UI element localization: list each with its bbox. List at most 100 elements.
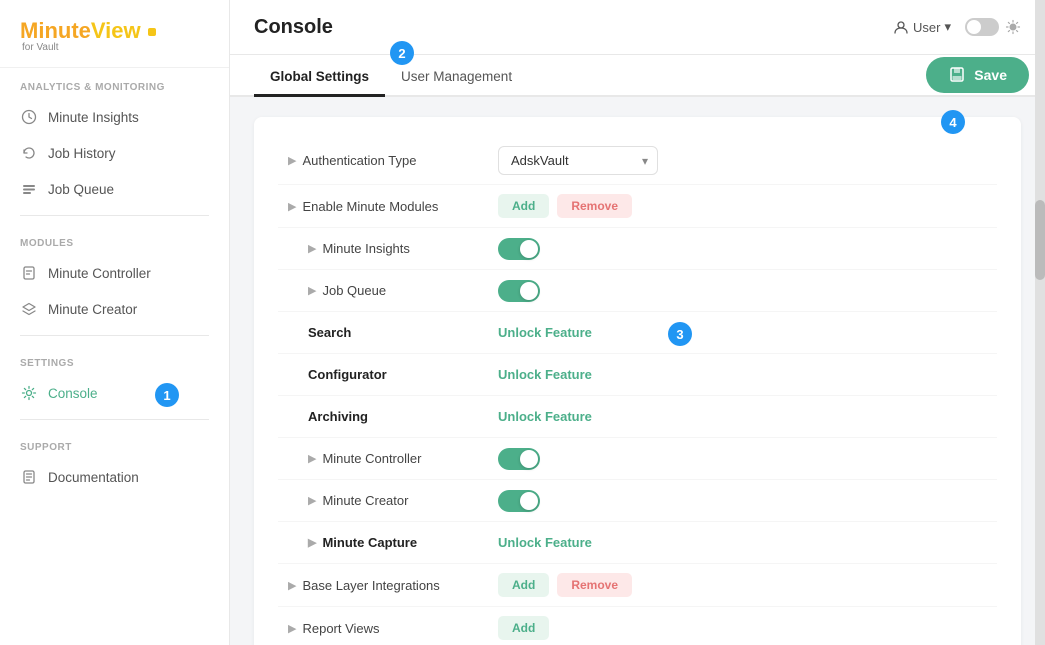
tabs-bar: Global Settings User Management 2 Save 4: [230, 55, 1045, 97]
search-label: Search: [278, 325, 498, 340]
expand-mc-icon[interactable]: ▶: [308, 452, 316, 465]
auth-type-label: ▶ Authentication Type: [278, 153, 498, 168]
save-icon: [948, 66, 966, 84]
report-views-label: ▶ Report Views: [278, 621, 498, 636]
sidebar-item-label: Minute Insights: [48, 110, 139, 125]
expand-rv-icon[interactable]: ▶: [288, 622, 296, 635]
theme-toggle[interactable]: [965, 18, 999, 36]
sidebar-item-label: Documentation: [48, 470, 139, 485]
sidebar-item-job-history[interactable]: Job History: [0, 135, 229, 171]
clock-icon: [20, 108, 38, 126]
page-title: Console: [254, 16, 333, 39]
tab-user-management[interactable]: User Management: [385, 59, 528, 97]
sidebar-item-job-queue[interactable]: Job Queue: [0, 171, 229, 207]
archiving-unlock-area: Unlock Feature: [498, 409, 592, 424]
header: Console User ▾: [230, 0, 1045, 55]
search-unlock-link[interactable]: Unlock Feature: [498, 325, 592, 340]
archiving-label: Archiving: [278, 409, 498, 424]
sidebar-item-label: Job History: [48, 146, 116, 161]
base-layer-row: ▶ Base Layer Integrations Add Remove: [278, 564, 997, 607]
save-label: Save: [974, 67, 1007, 83]
minute-creator-row-label: ▶ Minute Creator: [278, 493, 498, 508]
remove-modules-button[interactable]: Remove: [557, 194, 632, 218]
sidebar-item-documentation[interactable]: Documentation: [0, 459, 229, 495]
divider-3: [20, 419, 209, 420]
save-button[interactable]: Save: [926, 57, 1029, 93]
search-unlock-area: Unlock Feature: [498, 325, 592, 340]
archiving-row: Archiving Unlock Feature: [278, 396, 997, 438]
logo-area: MinuteView for Vault: [0, 0, 229, 68]
history-icon: [20, 144, 38, 162]
minute-insights-toggle-area: [498, 238, 540, 260]
configurator-unlock-area: Unlock Feature: [498, 367, 592, 382]
logo-minute: Minute: [20, 18, 91, 43]
scrollbar-thumb[interactable]: [1035, 200, 1045, 280]
doc-icon: [20, 468, 38, 486]
expand-mcr-icon[interactable]: ▶: [308, 494, 316, 507]
user-label-text: User: [913, 20, 940, 35]
user-chevron: ▾: [944, 19, 951, 35]
gear-icon: [20, 384, 38, 402]
add-modules-button[interactable]: Add: [498, 194, 549, 218]
minute-capture-unlock-link[interactable]: Unlock Feature: [498, 535, 592, 550]
queue-icon: [20, 180, 38, 198]
minute-controller-row-label: ▶ Minute Controller: [278, 451, 498, 466]
minute-controller-row: ▶ Minute Controller: [278, 438, 997, 480]
minute-capture-row: ▶ Minute Capture Unlock Feature: [278, 522, 997, 564]
enable-modules-label: ▶ Enable Minute Modules: [278, 199, 498, 214]
configurator-label: Configurator: [278, 367, 498, 382]
remove-base-layer-button[interactable]: Remove: [557, 573, 632, 597]
minute-insights-row: ▶ Minute Insights: [278, 228, 997, 270]
callout-badge-1: 1: [155, 383, 179, 407]
expand-mcp-icon[interactable]: ▶: [308, 536, 316, 549]
auth-type-select[interactable]: AdskVault: [498, 146, 658, 175]
expand-auth-icon[interactable]: ▶: [288, 154, 296, 167]
job-queue-toggle-area: [498, 280, 540, 302]
settings-section-label: SETTINGS: [0, 344, 229, 375]
configurator-unlock-link[interactable]: Unlock Feature: [498, 367, 592, 382]
add-report-views-button[interactable]: Add: [498, 616, 549, 640]
job-queue-row-label: ▶ Job Queue: [278, 283, 498, 298]
main-content: Console User ▾ Global Settings User Mana…: [230, 0, 1045, 645]
sidebar-item-minute-controller[interactable]: Minute Controller: [0, 255, 229, 291]
divider-2: [20, 335, 209, 336]
expand-insights-icon[interactable]: ▶: [308, 242, 316, 255]
archiving-unlock-link[interactable]: Unlock Feature: [498, 409, 592, 424]
sidebar-item-label: Minute Creator: [48, 302, 137, 317]
sun-icon: [1005, 19, 1021, 35]
minute-controller-toggle-area: [498, 448, 540, 470]
expand-modules-icon[interactable]: ▶: [288, 200, 296, 213]
scrollbar-track: [1035, 0, 1045, 645]
sidebar-item-label: Minute Controller: [48, 266, 151, 281]
auth-type-control: AdskVault: [498, 146, 658, 175]
settings-content: ▶ Authentication Type AdskVault ▶ Enable…: [230, 97, 1045, 645]
sidebar-item-label: Job Queue: [48, 182, 114, 197]
enable-modules-row: ▶ Enable Minute Modules Add Remove: [278, 185, 997, 228]
expand-bl-icon[interactable]: ▶: [288, 579, 296, 592]
sidebar-item-minute-insights[interactable]: Minute Insights: [0, 99, 229, 135]
support-section-label: SUPPORT: [0, 428, 229, 459]
sidebar-item-console[interactable]: Console 1: [0, 375, 229, 411]
sidebar: MinuteView for Vault ANALYTICS & MONITOR…: [0, 0, 230, 645]
sidebar-item-label: Console: [48, 386, 98, 401]
add-base-layer-button[interactable]: Add: [498, 573, 549, 597]
sidebar-item-minute-creator[interactable]: Minute Creator: [0, 291, 229, 327]
minute-controller-toggle[interactable]: [498, 448, 540, 470]
logo: MinuteView: [20, 18, 209, 44]
job-queue-toggle[interactable]: [498, 280, 540, 302]
auth-type-select-wrapper: AdskVault: [498, 146, 658, 175]
theme-toggle-area: [965, 18, 1021, 36]
user-menu[interactable]: User ▾: [893, 19, 951, 35]
minute-insights-toggle[interactable]: [498, 238, 540, 260]
tab-global-settings[interactable]: Global Settings: [254, 59, 385, 97]
analytics-section-label: ANALYTICS & MONITORING: [0, 68, 229, 99]
minute-creator-toggle-area: [498, 490, 540, 512]
job-queue-row: ▶ Job Queue: [278, 270, 997, 312]
header-right: User ▾: [893, 18, 1021, 36]
base-layer-control: Add Remove: [498, 573, 632, 597]
logo-view: View: [91, 18, 141, 43]
enable-modules-control: Add Remove: [498, 194, 632, 218]
report-views-control: Add: [498, 616, 549, 640]
expand-jq-icon[interactable]: ▶: [308, 284, 316, 297]
minute-creator-toggle[interactable]: [498, 490, 540, 512]
